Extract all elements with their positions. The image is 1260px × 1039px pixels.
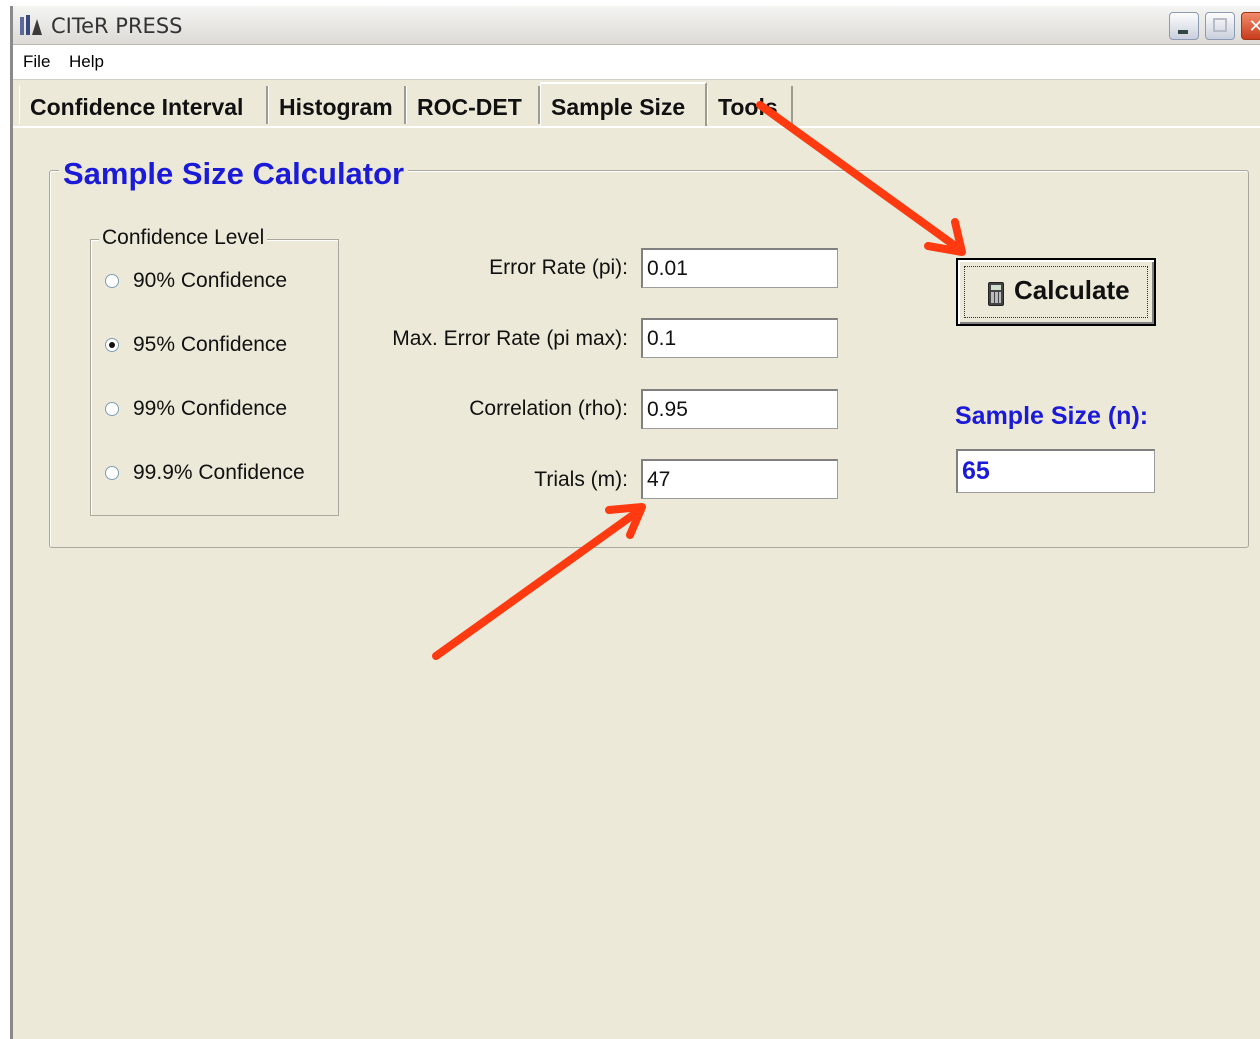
menu-file[interactable]: File — [23, 52, 50, 72]
menu-help[interactable]: Help — [69, 52, 104, 72]
tab-confidence-interval[interactable]: Confidence Interval — [19, 86, 268, 124]
sample-size-output[interactable] — [956, 449, 1155, 493]
tab-sample-size[interactable]: Sample Size — [540, 82, 707, 126]
max-error-rate-input[interactable] — [641, 318, 838, 358]
radio-button[interactable] — [105, 466, 119, 480]
close-icon: ✕ — [1248, 16, 1260, 36]
calculate-label: Calculate — [1014, 275, 1130, 305]
maximize-button[interactable] — [1205, 12, 1235, 40]
menu-bar: File Help — [13, 45, 1260, 80]
tab-tools[interactable]: Tools — [707, 86, 793, 124]
tab-roc-det[interactable]: ROC-DET — [406, 86, 540, 124]
correlation-input[interactable] — [641, 389, 838, 429]
radio-button[interactable] — [105, 274, 119, 288]
tab-strip: Confidence Interval Histogram ROC-DET Sa… — [13, 82, 1260, 128]
trials-input[interactable] — [641, 459, 838, 499]
confidence-level-title: Confidence Level — [99, 226, 268, 250]
max-error-rate-label: Max. Error Rate (pi max): — [392, 327, 628, 350]
title-bar[interactable]: CITeR PRESS ✕ — [13, 6, 1260, 45]
app-window: CITeR PRESS ✕ File Help Confidence Inter… — [10, 6, 1260, 1039]
radio-label: 90% Confidence — [133, 269, 288, 292]
app-icon — [20, 15, 42, 35]
close-button[interactable]: ✕ — [1241, 12, 1260, 40]
tab-histogram[interactable]: Histogram — [268, 86, 406, 124]
error-rate-input[interactable] — [641, 248, 838, 288]
radio-button[interactable] — [105, 338, 119, 352]
minimize-icon — [1178, 30, 1188, 34]
calculator-icon — [988, 282, 1004, 306]
calculate-button[interactable]: Calculate — [956, 258, 1156, 326]
radio-button[interactable] — [105, 402, 119, 416]
sample-size-label: Sample Size (n): — [955, 402, 1149, 430]
error-rate-label: Error Rate (pi): — [489, 256, 628, 279]
maximize-icon — [1213, 18, 1227, 32]
minimize-button[interactable] — [1169, 12, 1199, 40]
calculator-title: Sample Size Calculator — [59, 156, 409, 192]
correlation-label: Correlation (rho): — [469, 397, 628, 420]
trials-label: Trials (m): — [534, 468, 628, 491]
radio-label: 95% Confidence — [133, 333, 288, 356]
radio-label: 99% Confidence — [133, 397, 288, 420]
radio-label: 99.9% Confidence — [133, 461, 305, 484]
window-title: CITeR PRESS — [51, 14, 183, 38]
